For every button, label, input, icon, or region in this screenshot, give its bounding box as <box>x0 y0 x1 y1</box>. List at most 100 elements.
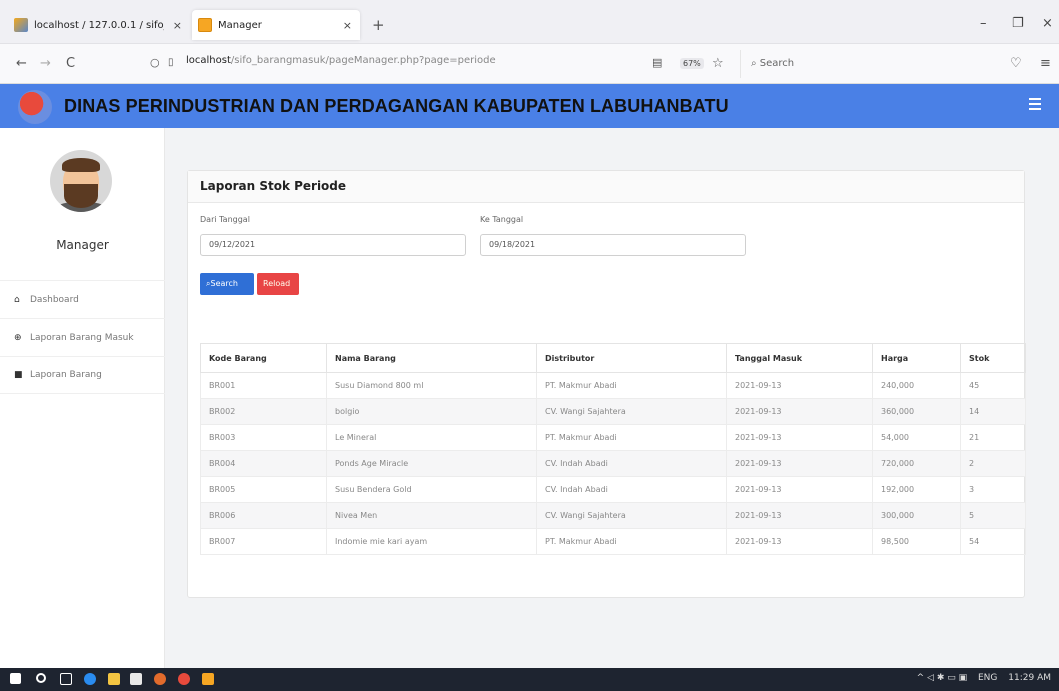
from-date-input[interactable]: 09/12/2021 <box>200 234 466 256</box>
search-icon[interactable] <box>36 673 46 683</box>
browser-tab-bar: localhost / 127.0.0.1 / sifo_baran × Man… <box>0 0 1059 44</box>
table-cell: 2021-09-13 <box>726 528 873 555</box>
sidebar-item-label: Laporan Barang Masuk <box>30 332 134 343</box>
column-header[interactable]: Nama Barang <box>326 343 537 373</box>
stock-table: Kode Barang Nama Barang Distributor Tang… <box>200 343 1026 555</box>
tab-title: Manager <box>218 19 262 31</box>
table-cell: PT. Makmur Abadi <box>536 372 727 399</box>
table-cell: Indomie mie kari ayam <box>326 528 537 555</box>
sidebar-item-laporan-barang-masuk[interactable]: ⊕ Laporan Barang Masuk <box>0 318 165 356</box>
table-cell: BR007 <box>200 528 327 555</box>
language-indicator[interactable]: ENG <box>978 673 997 683</box>
store-icon[interactable] <box>130 673 142 685</box>
search-button[interactable]: ⌕Search <box>200 273 254 295</box>
table-cell: 54 <box>960 528 1026 555</box>
manager-app-icon[interactable] <box>202 673 214 685</box>
table-cell: 14 <box>960 398 1026 425</box>
firefox-icon[interactable] <box>154 673 166 685</box>
reader-view-icon[interactable]: ▤ <box>652 56 662 69</box>
phpmyadmin-favicon-icon <box>14 18 28 32</box>
report-card: Laporan Stok Periode Dari Tanggal 09/12/… <box>187 170 1026 598</box>
app-header: DINAS PERINDUSTRIAN DAN PERDAGANGAN KABU… <box>0 84 1059 128</box>
zoom-level[interactable]: 67% <box>680 58 704 69</box>
table-cell: BR005 <box>200 476 327 503</box>
table-cell: Nivea Men <box>326 502 537 529</box>
bookmark-star-icon[interactable]: ☆ <box>712 56 724 71</box>
basket-icon: ⊕ <box>14 332 22 343</box>
system-tray: ^ ◁ ✱ ▭ ▣ ENG 11:29 AM <box>909 673 1051 683</box>
column-header[interactable]: Tanggal Masuk <box>726 343 873 373</box>
table-cell: 2 <box>960 450 1026 477</box>
table-cell: BR006 <box>200 502 327 529</box>
column-header[interactable]: Stok <box>960 343 1026 373</box>
table-cell: 2021-09-13 <box>726 424 873 451</box>
table-row: BR007 Indomie mie kari ayam PT. Makmur A… <box>200 528 1026 555</box>
search-icon: ⌕ <box>751 58 760 69</box>
sidebar-item-label: Dashboard <box>30 294 79 305</box>
to-date-input[interactable]: 09/18/2021 <box>480 234 746 256</box>
table-cell: 3 <box>960 476 1026 503</box>
task-view-icon[interactable] <box>60 673 72 685</box>
tray-icons[interactable]: ^ ◁ ✱ ▭ ▣ <box>917 673 967 683</box>
tab-manager[interactable]: Manager × <box>192 10 360 40</box>
home-icon: ⌂ <box>14 294 20 305</box>
table-row: BR005 Susu Bendera Gold CV. Indah Abadi … <box>200 476 1026 503</box>
table-cell: 300,000 <box>872 502 961 529</box>
windows-start-icon[interactable] <box>10 673 21 684</box>
table-row: BR003 Le Mineral PT. Makmur Abadi 2021-0… <box>200 424 1026 451</box>
table-cell: bolgio <box>326 398 537 425</box>
clock[interactable]: 11:29 AM <box>1008 673 1051 683</box>
table-cell: 5 <box>960 502 1026 529</box>
table-cell: 54,000 <box>872 424 961 451</box>
table-row: BR006 Nivea Men CV. Wangi Sajahtera 2021… <box>200 502 1026 529</box>
reload-button[interactable]: Reload <box>257 273 299 295</box>
reload-page-button[interactable]: C <box>66 56 75 71</box>
url-path: /sifo_barangmasuk/pageManager.php?page=p… <box>230 55 496 66</box>
search-placeholder: Search <box>759 58 795 69</box>
pocket-icon[interactable]: ♡ <box>1010 56 1022 71</box>
column-header[interactable]: Harga <box>872 343 961 373</box>
table-cell: CV. Indah Abadi <box>536 450 727 477</box>
new-tab-button[interactable]: + <box>372 16 385 34</box>
sidebar: Manager ⌂ Dashboard ⊕ Laporan Barang Mas… <box>0 128 165 668</box>
table-cell: PT. Makmur Abadi <box>536 424 727 451</box>
table-cell: 360,000 <box>872 398 961 425</box>
table-cell: Le Mineral <box>326 424 537 451</box>
close-icon[interactable]: × <box>173 19 182 32</box>
back-button[interactable]: ← <box>16 56 27 71</box>
shield-icon: ○ <box>150 56 160 69</box>
manager-favicon-icon <box>198 18 212 32</box>
forward-button[interactable]: → <box>40 56 51 71</box>
table-cell: 192,000 <box>872 476 961 503</box>
table-cell: Susu Bendera Gold <box>326 476 537 503</box>
sidebar-item-label: Laporan Barang <box>30 370 102 380</box>
restore-button[interactable]: ❐ <box>1012 16 1024 31</box>
sidebar-item-dashboard[interactable]: ⌂ Dashboard <box>0 280 165 318</box>
tab-phpmyadmin[interactable]: localhost / 127.0.0.1 / sifo_baran × <box>14 10 190 40</box>
list-icon: ■ <box>14 370 23 380</box>
hamburger-menu-icon[interactable] <box>1029 98 1041 113</box>
table-cell: 45 <box>960 372 1026 399</box>
main-content: Laporan Stok Periode Dari Tanggal 09/12/… <box>165 128 1059 668</box>
search-input[interactable]: ⌕ Search <box>740 50 950 78</box>
window-close-button[interactable]: × <box>1042 16 1053 31</box>
file-explorer-icon[interactable] <box>108 673 120 685</box>
column-header[interactable]: Distributor <box>536 343 727 373</box>
browser-nav-bar: ← → C ○ ▯ localhost/sifo_barangmasuk/pag… <box>0 44 1059 84</box>
table-cell: BR001 <box>200 372 327 399</box>
table-cell: BR002 <box>200 398 327 425</box>
table-cell: 720,000 <box>872 450 961 477</box>
table-cell: BR004 <box>200 450 327 477</box>
sidebar-item-laporan-barang[interactable]: ■ Laporan Barang <box>0 356 165 394</box>
minimize-button[interactable]: – <box>980 16 987 31</box>
table-cell: CV. Wangi Sajahtera <box>536 502 727 529</box>
app-menu-icon[interactable]: ≡ <box>1040 56 1051 71</box>
edge-icon[interactable] <box>84 673 96 685</box>
table-cell: 21 <box>960 424 1026 451</box>
close-icon[interactable]: × <box>343 19 352 32</box>
logo-icon <box>18 90 52 124</box>
table-cell: 2021-09-13 <box>726 476 873 503</box>
column-header[interactable]: Kode Barang <box>200 343 327 373</box>
address-bar[interactable]: localhost/sifo_barangmasuk/pageManager.p… <box>186 55 496 66</box>
app-icon[interactable] <box>178 673 190 685</box>
